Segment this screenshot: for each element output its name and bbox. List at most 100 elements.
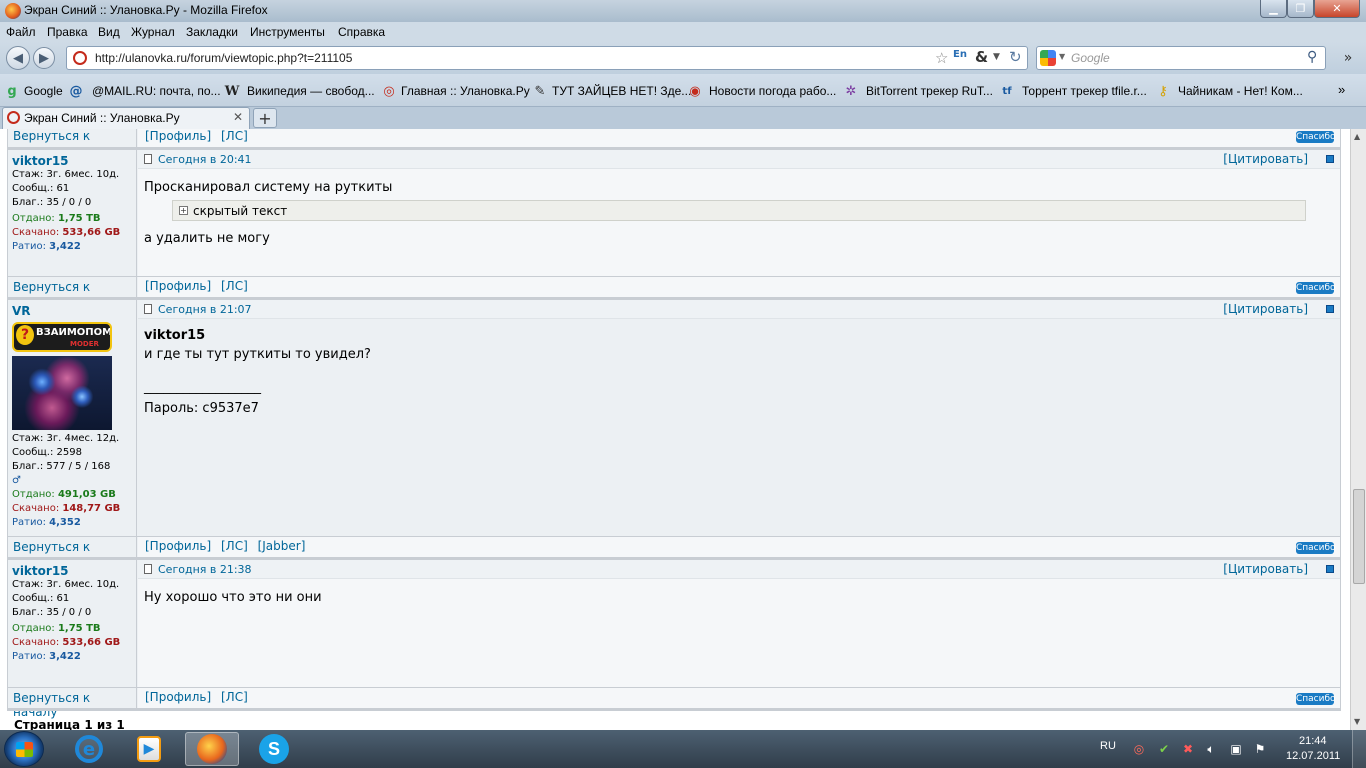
spoiler-box[interactable]: + скрытый текст [172,200,1306,221]
quote-button[interactable]: [Цитировать] [1223,562,1308,576]
pm-link[interactable]: [ЛС] [221,129,248,143]
maximize-button[interactable]: ❐ [1287,0,1314,18]
taskbar: e ▶ S RU ◎ ✔ ✖ 🔈︎ ▣ ⚑ 21:44 12.07.2011 [0,730,1366,768]
back-button[interactable]: ◀ [6,46,30,70]
google-icon[interactable] [1040,50,1056,66]
post-body-panel [138,300,1340,536]
ulanovka-tray-icon[interactable]: ◎ [1131,741,1147,757]
stat-downloaded: Скачано: 533,66 GB [12,637,121,648]
bookmark-mailru[interactable]: @MAIL.RU: почта, по... [92,84,221,98]
scroll-down-icon[interactable]: ▼ [1354,717,1360,726]
search-icon[interactable]: ⚲ [1307,49,1317,65]
taskbar-firefox[interactable] [185,732,239,766]
bookmark-news[interactable]: Новости погода рабо... [709,84,836,98]
jabber-link[interactable]: [Jabber] [258,539,306,553]
post-author-panel: viktor15 Стаж: 3г. 6мес. 10д. Сообщ.: 61… [8,560,137,687]
dropdown-icon[interactable]: ▼ [993,52,1000,62]
pagination: Страница 1 из 1 [14,718,125,730]
clock-date[interactable]: 12.07.2011 [1286,750,1340,762]
search-engine-dropdown-icon[interactable]: ▼ [1059,52,1065,61]
post-author[interactable]: viktor15 [12,154,69,168]
bookmark-tfile[interactable]: Торрент трекер tfile.r... [1022,84,1147,98]
menu-history[interactable]: Журнал [131,25,175,39]
select-post-icon[interactable] [1326,155,1334,163]
firefox-icon [5,3,21,19]
reload-icon[interactable]: ↻ [1009,48,1022,66]
taskbar-ie[interactable]: e [62,732,116,766]
pm-link[interactable]: [ЛС] [221,690,248,704]
bookmarks-toolbar: g Google @ @MAIL.RU: почта, по... W Вики… [0,74,1366,107]
bookmark-star-icon[interactable]: ☆ [935,49,948,67]
back-to-top-link[interactable]: Вернуться к началу [13,691,136,719]
stat-ratio: Ратио: 3,422 [12,651,81,662]
checkmark-tray-icon[interactable]: ✔ [1156,741,1172,757]
vertical-scrollbar[interactable]: ▲ ▼ [1350,129,1366,730]
tab-active[interactable]: Экран Синий :: Улановка.Ру ✕ [2,107,250,129]
profile-link[interactable]: [Профиль] [145,279,211,293]
select-post-icon[interactable] [1326,565,1334,573]
profile-link[interactable]: [Профиль] [145,690,211,704]
expand-icon[interactable]: + [179,206,188,215]
network-icon[interactable]: ▣ [1228,741,1244,757]
thanks-button[interactable]: Спасибо [1296,542,1336,554]
menu-edit[interactable]: Правка [47,25,88,39]
toolbar-menu-icon[interactable]: » [1336,48,1360,68]
quote-button[interactable]: [Цитировать] [1223,302,1308,316]
thanks-button[interactable]: Спасибо [1296,282,1336,294]
bookmark-ulanovka[interactable]: Главная :: Улановка.Ру [401,84,530,98]
menu-bookmarks[interactable]: Закладки [186,25,238,39]
menu-tools[interactable]: Инструменты [250,25,325,39]
menu-view[interactable]: Вид [98,25,120,39]
post-author[interactable]: viktor15 [12,564,69,578]
search-placeholder: Google [1071,51,1110,65]
address-bar[interactable]: http://ulanovka.ru/forum/viewtopic.php?t… [66,46,1028,70]
bookmark-rutracker[interactable]: BitTorrent трекер RuT... [866,84,993,98]
pm-link[interactable]: [ЛС] [221,539,248,553]
scroll-up-icon[interactable]: ▲ [1354,132,1360,141]
ampersand-icon[interactable]: & [975,48,988,66]
bookmark-chainikam[interactable]: Чайникам - Нет! Ком... [1178,84,1303,98]
new-tab-button[interactable]: + [253,108,277,128]
minimize-button[interactable]: ▁ [1260,0,1287,18]
profile-link[interactable]: [Профиль] [145,129,211,143]
volume-icon[interactable]: 🔈︎ [1203,741,1219,757]
post-date[interactable]: Сегодня в 21:07 [158,303,252,316]
action-center-icon[interactable]: ⚑ [1252,741,1268,757]
post-footer-row: Вернуться к началу [Профиль] [ЛС] Спасиб… [7,129,1341,157]
language-indicator[interactable]: RU [1100,740,1116,752]
clock-time[interactable]: 21:44 [1299,735,1327,747]
pm-link[interactable]: [ЛС] [221,279,248,293]
post-date[interactable]: Сегодня в 20:41 [158,153,252,166]
post-header: Сегодня в 20:41 [Цитировать] [138,150,1340,169]
post-footer-row: Вернуться к началу [Профиль] [ЛС] Спасиб… [7,687,1341,719]
menu-help[interactable]: Справка [338,25,385,39]
question-icon: ? [16,325,34,345]
thanks-button[interactable]: Спасибо [1296,693,1336,705]
stat-messages: Сообщ.: 2598 [12,447,82,458]
quote-button[interactable]: [Цитировать] [1223,152,1308,166]
start-button[interactable] [4,731,44,767]
menu-bar: Файл Правка Вид Журнал Закладки Инструме… [0,22,1366,42]
scroll-thumb[interactable] [1353,489,1365,584]
close-button[interactable]: ✕ [1314,0,1360,18]
post-author[interactable]: VR [12,304,31,318]
forward-button[interactable]: ▶ [33,47,55,69]
show-desktop-button[interactable] [1352,730,1366,768]
profile-link[interactable]: [Профиль] [145,539,211,553]
select-post-icon[interactable] [1326,305,1334,313]
taskbar-media-player[interactable]: ▶ [122,732,176,766]
network-disabled-icon[interactable]: ✖ [1180,741,1196,757]
bookmark-google[interactable]: Google [24,84,63,98]
search-bar[interactable]: ▼ Google ⚲ [1036,46,1326,70]
tab-close-icon[interactable]: ✕ [233,110,243,124]
more-bookmarks-icon[interactable]: » [1338,82,1345,97]
language-icon[interactable]: En [953,49,967,60]
post-text: Ну хорошо что это ни они [144,590,322,605]
post-date[interactable]: Сегодня в 21:38 [158,563,252,576]
thanks-button[interactable]: Спасибо [1296,131,1336,143]
bookmark-wikipedia[interactable]: Википедия — свобод... [247,84,375,98]
bookmark-zaycev[interactable]: ТУТ ЗАЙЦЕВ НЕТ! Зде... [552,84,691,98]
menu-file[interactable]: Файл [6,25,36,39]
taskbar-skype[interactable]: S [247,732,301,766]
torrent-icon: ✲ [845,83,857,99]
